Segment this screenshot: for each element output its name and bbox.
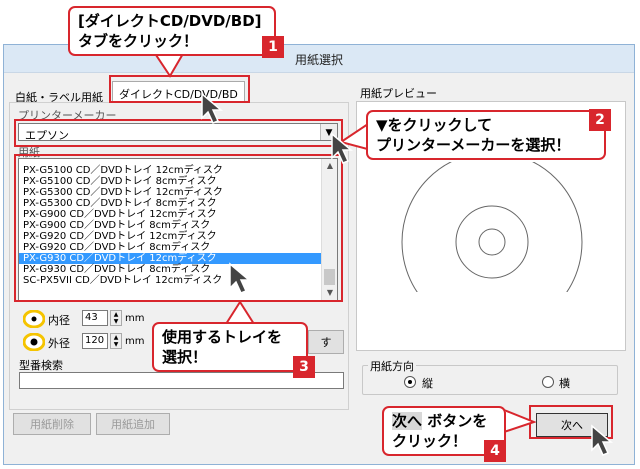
outer-input[interactable]: 120 [82, 333, 108, 349]
disc-preview-icon [401, 162, 583, 292]
delete-paper-button[interactable]: 用紙削除 [13, 413, 91, 435]
callout-1-line1: [ダイレクトCD/DVD/BD] [78, 12, 262, 30]
callout-4-highlight: 次へ [392, 412, 423, 430]
search-label: 型番検索 [19, 359, 63, 372]
inner-stepper[interactable]: ▲ ▼ [110, 310, 122, 326]
preview-label: 用紙プレビュー [360, 87, 437, 100]
callout-4-tail-icon [502, 408, 536, 434]
orientation-label: 用紙方向 [368, 358, 416, 374]
inner-radio-icon[interactable] [23, 310, 45, 328]
callout-2: ▼をクリックして プリンターメーカーを選択！ [366, 110, 606, 160]
callout-3-line2: 選択！ [162, 348, 208, 366]
mouse-cursor-icon [591, 424, 614, 456]
mouse-cursor-icon [229, 262, 252, 294]
callout-3: 使用するトレイを 選択！ [152, 322, 308, 372]
inner-unit: mm [125, 313, 145, 324]
highlight-list [14, 154, 343, 302]
landscape-label: 横 [559, 377, 570, 390]
callout-1: [ダイレクトCD/DVD/BD] タブをクリック！ [68, 6, 276, 56]
landscape-radio[interactable] [542, 376, 554, 388]
mouse-cursor-icon [201, 92, 224, 124]
add-paper-button[interactable]: 用紙追加 [96, 413, 170, 435]
callout-3-line1: 使用するトレイを [162, 328, 283, 346]
callout-4-line1-wrap: 次へ ボタンを [392, 411, 496, 431]
inner-label: 内径 [48, 314, 70, 327]
callout-4-line1: ボタンを [422, 412, 488, 430]
mouse-cursor-icon [331, 132, 354, 164]
callout-2-line2: プリンターメーカーを選択！ [376, 136, 571, 154]
portrait-radio[interactable] [404, 376, 416, 388]
portrait-label: 縦 [422, 377, 433, 390]
callout-1-line2: タブをクリック！ [78, 32, 199, 50]
inner-input[interactable]: 43 [82, 310, 108, 326]
highlight-maker [14, 119, 343, 147]
step-4-badge: 4 [484, 440, 506, 462]
callout-2-line1: ▼をクリックして [376, 116, 493, 134]
settings-button[interactable]: す [308, 330, 344, 354]
outer-radio-icon[interactable] [23, 333, 45, 351]
step-3-badge: 3 [293, 356, 315, 378]
outer-unit: mm [125, 336, 145, 347]
tutorial-screenshot: 用紙選択 白紙・ラベル用紙 ダイレクトCD/DVD/BD プリンターメーカー エ… [0, 0, 640, 469]
callout-4-line2: クリック！ [392, 432, 468, 450]
highlight-tab [109, 75, 250, 103]
step-2-badge: 2 [589, 109, 611, 131]
step-1-badge: 1 [262, 36, 284, 58]
outer-label: 外径 [48, 337, 70, 350]
outer-stepper[interactable]: ▲ ▼ [110, 333, 122, 349]
